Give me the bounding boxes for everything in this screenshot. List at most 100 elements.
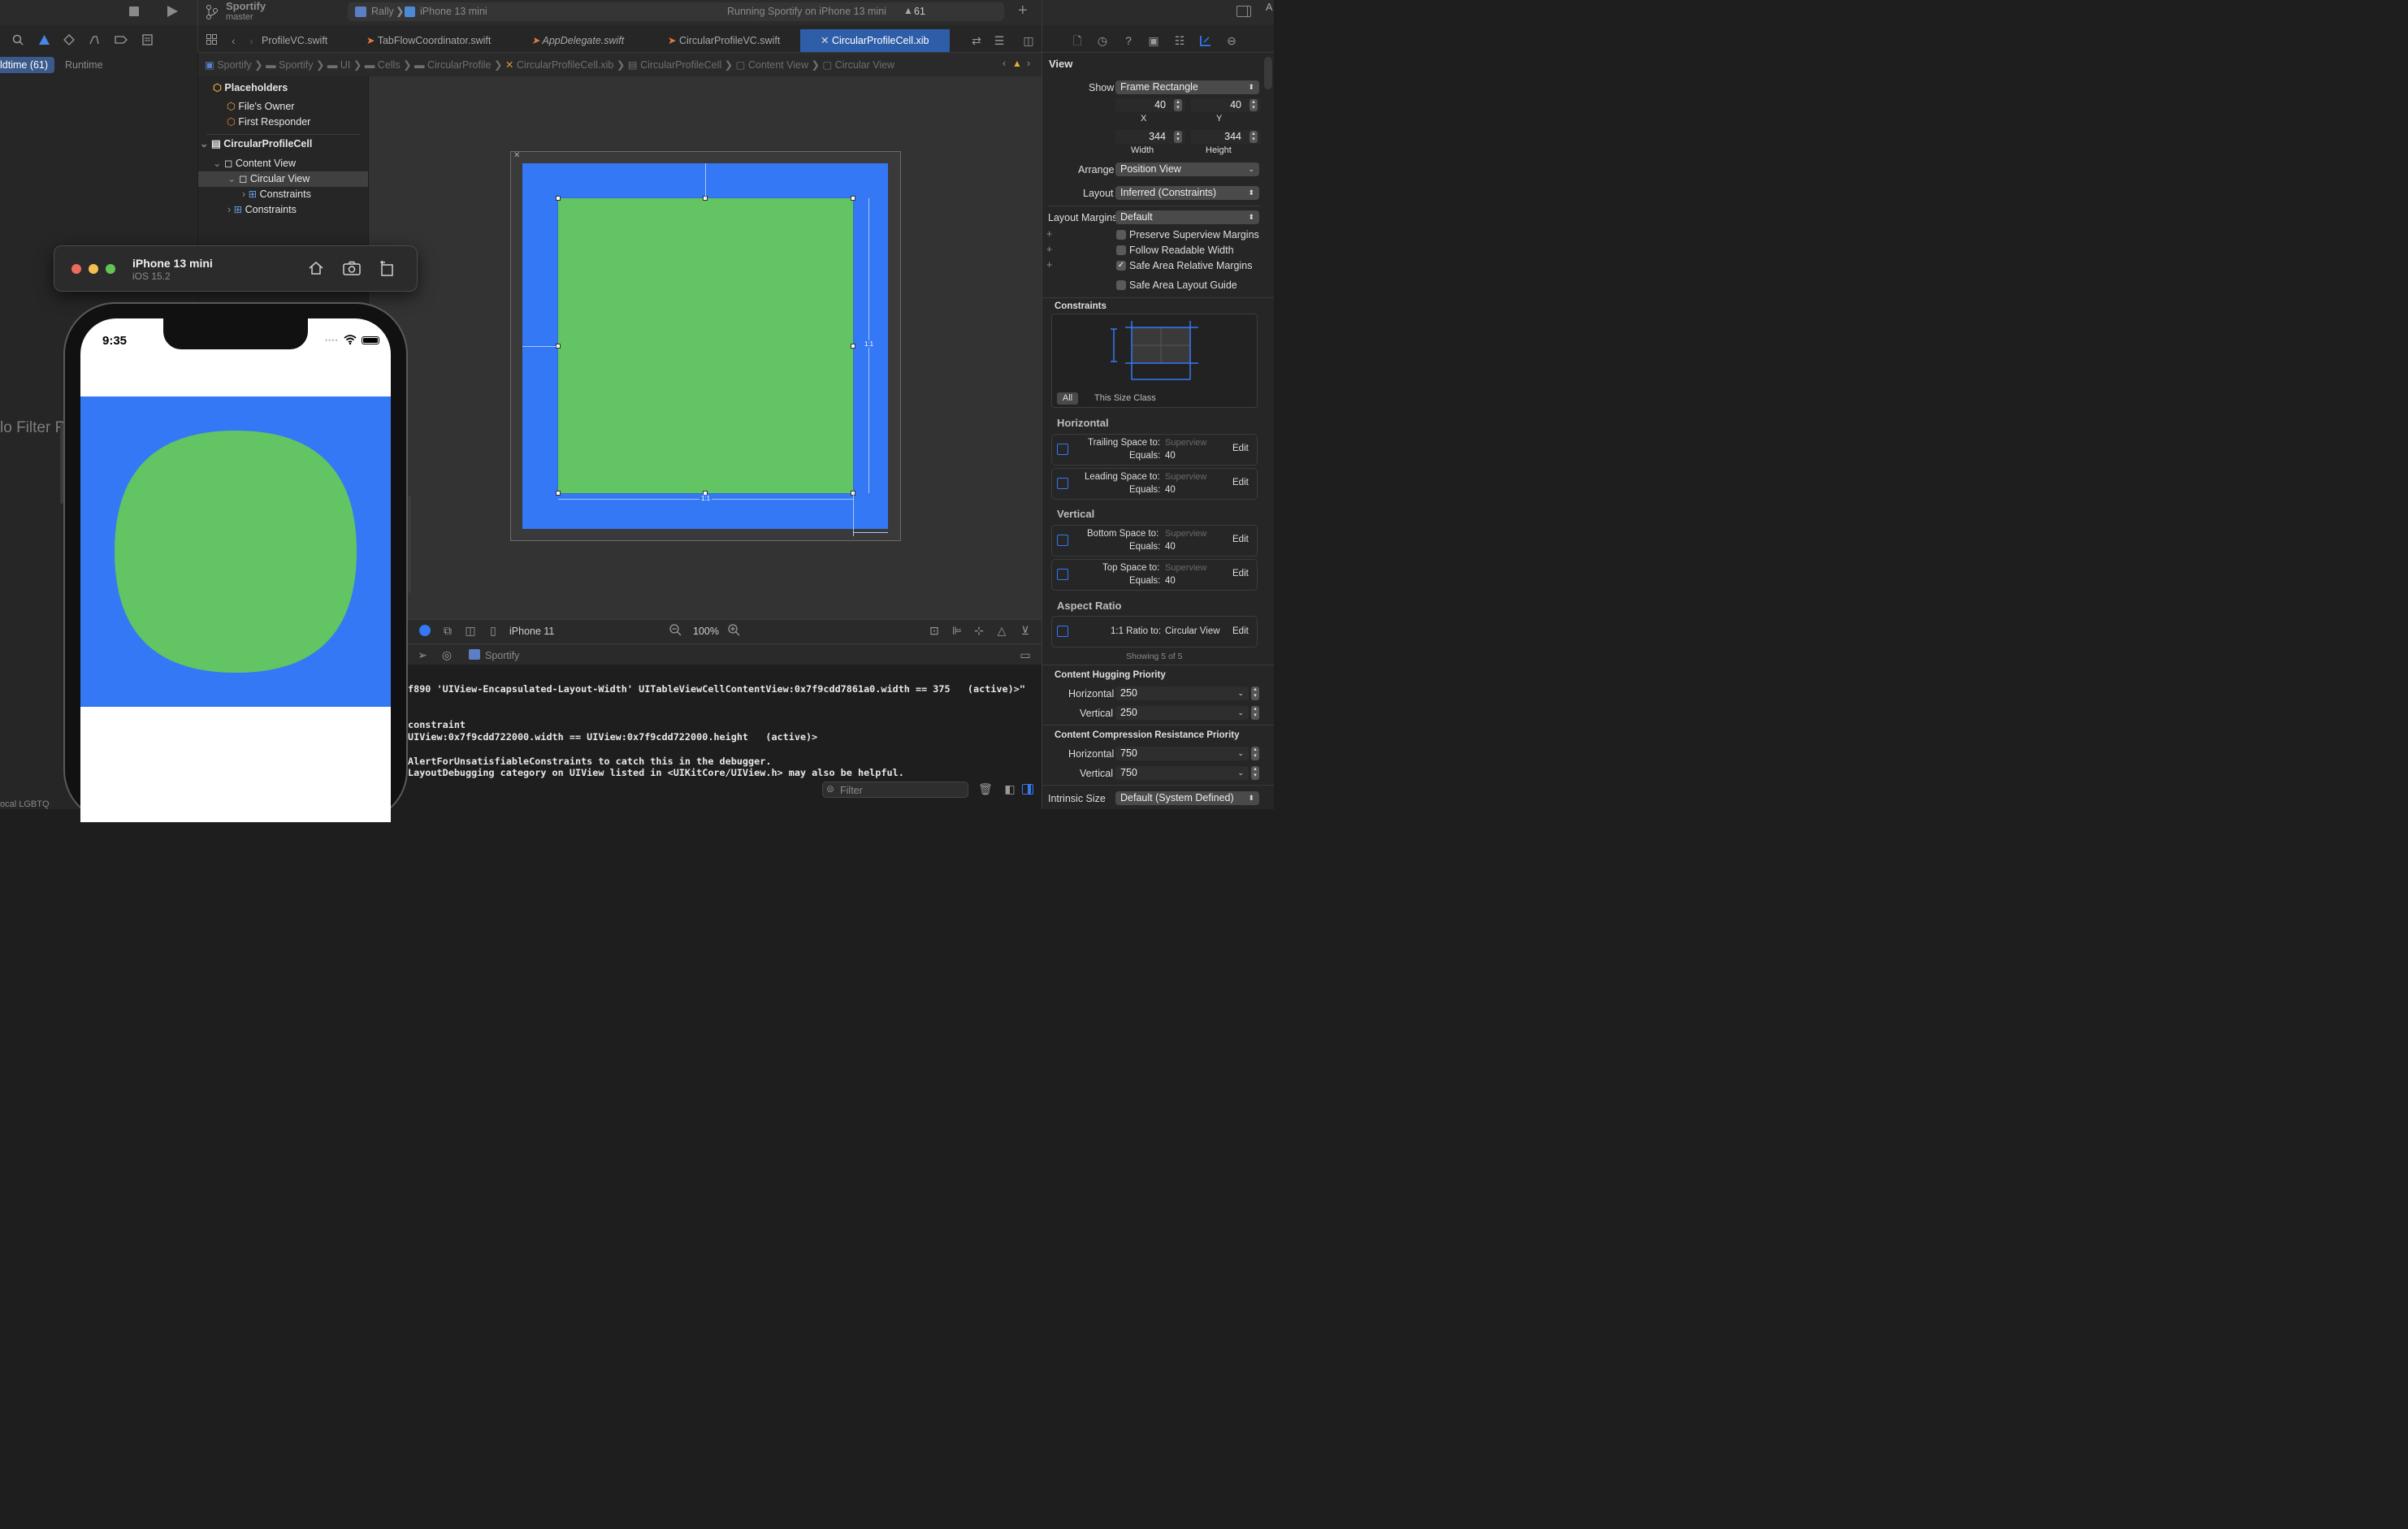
split-editor-icon[interactable]: ◫ — [1022, 34, 1035, 47]
hugging-horizontal-stepper[interactable]: ▴ ▾ — [1251, 687, 1259, 700]
compression-vertical-field[interactable]: 750 ⌄ — [1115, 766, 1249, 780]
device-phone-icon[interactable]: ▯ — [487, 624, 499, 637]
debug-navigator-icon[interactable] — [88, 34, 101, 48]
breadcrumb-trail[interactable]: ▣ Sportify ❯ ▬ Sportify ❯ ▬ UI ❯ ▬ Cells… — [205, 58, 894, 71]
minimize-window-button[interactable] — [89, 264, 98, 274]
add-variation-icon[interactable]: + — [1046, 259, 1052, 271]
height-field[interactable]: 344 ▴ ▾ — [1191, 130, 1261, 144]
safe-area-guide-checkbox[interactable] — [1116, 280, 1126, 290]
add-variation-icon[interactable]: + — [1046, 244, 1052, 255]
outline-files-owner[interactable]: ⬡ File's Owner — [227, 99, 294, 115]
trash-icon[interactable]: 🗑 — [978, 782, 993, 795]
compression-horizontal-field[interactable]: 750 ⌄ — [1115, 747, 1249, 760]
hugging-vertical-field[interactable]: 250 ⌄ — [1115, 706, 1249, 720]
top-constraint-card[interactable]: Top Space to: Superview Equals: 40 Edit — [1051, 559, 1258, 591]
tab-profilevc[interactable]: ProfileVC.swift — [262, 29, 327, 52]
forward-icon[interactable]: › — [249, 34, 253, 47]
run-destination[interactable]: iPhone 13 mini — [420, 6, 487, 17]
outline-constraints-inner[interactable]: › ⊞ Constraints — [242, 187, 311, 202]
breadcrumb-forward-icon[interactable]: › — [1027, 58, 1030, 69]
zoom-window-button[interactable] — [106, 264, 115, 274]
tab-circularprofilevc[interactable]: ➤ CircularProfileVC.swift — [668, 29, 780, 52]
editor-options-icon[interactable]: ☰ — [991, 34, 1007, 47]
runtime-filter[interactable]: Runtime — [65, 59, 103, 71]
environment-icon[interactable]: ◎ — [440, 648, 453, 661]
breakpoint-navigator-icon[interactable] — [114, 34, 128, 47]
zoom-out-icon[interactable] — [669, 624, 682, 639]
split-view-icon[interactable]: ◫ — [464, 624, 477, 637]
segment-all[interactable]: All — [1057, 392, 1078, 405]
outline-content-view[interactable]: ⌄ ◻ Content View — [213, 156, 296, 171]
size-inspector-icon[interactable] — [1199, 34, 1212, 50]
inspector-scrollbar[interactable] — [1264, 57, 1272, 89]
safe-area-margins-checkbox[interactable]: ✓ — [1116, 261, 1126, 271]
variables-view-icon[interactable]: ◧ — [1003, 782, 1016, 795]
resize-handle[interactable] — [851, 196, 855, 201]
edit-constraint-button[interactable]: Edit — [1232, 535, 1249, 544]
layout-popup[interactable]: Inferred (Constraints) ⬍ — [1115, 186, 1259, 200]
readable-width-checkbox[interactable] — [1116, 245, 1126, 255]
scheme-name[interactable]: Rally — [371, 6, 394, 17]
arrange-popup[interactable]: Position View ⌄ — [1115, 162, 1259, 176]
edit-constraint-button[interactable]: Edit — [1232, 444, 1249, 453]
add-constraints-icon[interactable]: ⊹ — [972, 624, 985, 637]
align-icon[interactable]: ⊫ — [951, 624, 964, 637]
attributes-inspector-icon[interactable]: ☷ — [1173, 34, 1186, 47]
help-inspector-icon[interactable]: ? — [1122, 34, 1135, 47]
orientation-icon[interactable]: ⧉ — [441, 624, 454, 637]
update-frames-icon[interactable]: ⊡ — [928, 624, 941, 637]
hugging-horizontal-field[interactable]: 250 ⌄ — [1115, 687, 1249, 700]
home-icon[interactable] — [308, 260, 324, 279]
edit-constraint-button[interactable]: Edit — [1232, 569, 1249, 578]
inspector-toggle-icon[interactable] — [1236, 6, 1251, 17]
zoom-in-icon[interactable] — [727, 624, 740, 639]
outline-circularprofilecell[interactable]: ⌄ ▤ CircularProfileCell — [200, 136, 312, 152]
stop-button[interactable] — [128, 6, 141, 19]
rotate-icon[interactable] — [379, 260, 395, 279]
screenshot-icon[interactable] — [343, 261, 361, 278]
run-button[interactable] — [165, 5, 180, 19]
compression-horizontal-stepper[interactable]: ▴ ▾ — [1251, 747, 1259, 760]
project-name[interactable]: Sportify — [226, 0, 266, 12]
trailing-constraint-card[interactable]: Trailing Space to: Superview Equals: 40 … — [1051, 434, 1258, 466]
warning-icon[interactable]: ▲ — [903, 5, 913, 16]
edit-constraint-button[interactable]: Edit — [1232, 478, 1249, 487]
resolve-issues-icon[interactable]: △ — [995, 624, 1008, 637]
swap-icon[interactable]: ⇄ — [970, 34, 983, 47]
circular-profile-shape[interactable] — [115, 431, 357, 675]
resize-handle[interactable] — [556, 196, 561, 201]
console-toggle-icon[interactable]: ▭ — [1019, 648, 1032, 661]
breadcrumb-back-icon[interactable]: ‹ — [1003, 58, 1006, 69]
iphone-screen[interactable]: 9:35 •••• — [80, 318, 391, 822]
history-inspector-icon[interactable]: ◷ — [1096, 34, 1109, 47]
report-navigator-icon[interactable] — [141, 34, 154, 48]
segment-size-class[interactable]: This Size Class — [1094, 393, 1156, 403]
y-field[interactable]: 40 ▴ ▾ — [1191, 98, 1261, 112]
appearance-icon[interactable] — [419, 625, 431, 636]
tab-active-label[interactable]: ✕ CircularProfileCell.xib — [821, 29, 929, 52]
issue-navigator-icon[interactable] — [37, 34, 50, 48]
width-field[interactable]: 344 ▴ ▾ — [1115, 130, 1185, 144]
intrinsic-size-popup[interactable]: Default (System Defined) ⬍ — [1115, 791, 1259, 805]
location-icon[interactable]: ➢ — [416, 648, 429, 661]
tab-tabflowcoordinator[interactable]: ➤ TabFlowCoordinator.swift — [366, 29, 491, 52]
add-variation-icon[interactable]: + — [1046, 228, 1052, 240]
embed-in-icon[interactable]: ⊻ — [1019, 624, 1032, 637]
outline-constraints-outer[interactable]: › ⊞ Constraints — [227, 202, 297, 218]
aspect-constraint-card[interactable]: 1:1 Ratio to: Circular View Edit — [1051, 616, 1258, 648]
outline-circular-view[interactable]: ⌄ ◻ Circular View — [227, 171, 310, 187]
search-icon[interactable] — [11, 34, 24, 48]
resize-handle[interactable] — [851, 344, 855, 349]
buildtime-filter[interactable]: ldtime (61) — [0, 57, 54, 73]
outline-first-responder[interactable]: ⬡ First Responder — [227, 115, 310, 130]
show-popup[interactable]: Frame Rectangle ⬍ — [1115, 80, 1259, 94]
aspect-ratio-badge[interactable]: 1:1 — [699, 495, 712, 502]
edit-constraint-button[interactable]: Edit — [1232, 626, 1249, 636]
preserve-margins-checkbox[interactable] — [1116, 230, 1126, 240]
back-icon[interactable]: ‹ — [232, 34, 236, 47]
device-config[interactable]: iPhone 11 — [509, 626, 554, 637]
scene-close-icon[interactable]: ✕ — [513, 151, 520, 160]
bottom-constraint-card[interactable]: Bottom Space to: Superview Equals: 40 Ed… — [1051, 525, 1258, 557]
debug-target[interactable]: Sportify — [485, 650, 519, 661]
hugging-vertical-stepper[interactable]: ▴ ▾ — [1251, 706, 1259, 720]
